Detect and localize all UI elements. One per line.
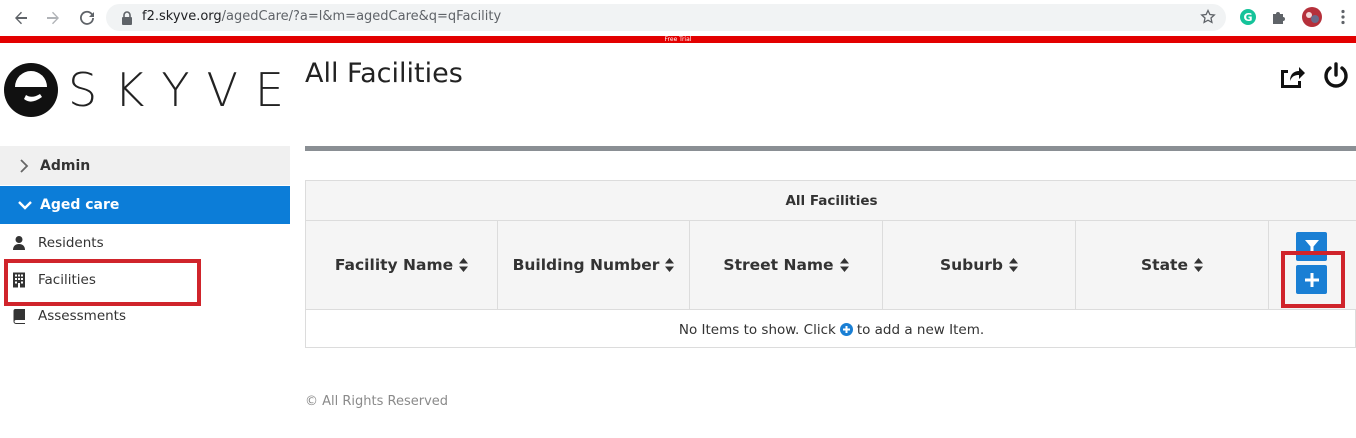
sort-icon [839, 258, 849, 272]
add-button-highlight-box [1281, 251, 1345, 308]
forward-icon[interactable] [42, 7, 64, 29]
logo-wordmark: SKYVE [68, 63, 301, 117]
book-icon [13, 309, 25, 324]
facilities-highlight-box [4, 259, 201, 306]
skyve-logo-icon [4, 63, 58, 117]
share-icon[interactable] [1278, 62, 1306, 90]
url-host: f2.skyve.org [142, 9, 222, 24]
grammarly-icon[interactable]: G [1239, 8, 1257, 26]
sidebar-item-label: Assessments [38, 308, 127, 324]
column-header-label: Building Number [512, 256, 660, 274]
header-divider [305, 146, 1356, 151]
url-text: f2.skyve.org/agedCare/?a=l&m=agedCare&q=… [142, 9, 501, 24]
sidebar-item-residents[interactable]: Residents [0, 225, 290, 261]
chevron-right-icon [20, 158, 29, 173]
browser-toolbar: f2.skyve.org/agedCare/?a=l&m=agedCare&q=… [0, 0, 1356, 36]
grid-caption: All Facilities [306, 181, 1356, 221]
column-header-label: State [1141, 256, 1188, 274]
sidebar-group-label: Aged care [40, 197, 120, 213]
chevron-down-icon [18, 201, 32, 210]
column-header-facility-name[interactable]: Facility Name [306, 221, 498, 310]
add-circle-icon[interactable] [839, 323, 853, 336]
sidebar-group-label: Admin [40, 157, 91, 174]
sort-icon [459, 258, 469, 272]
column-header-building-number[interactable]: Building Number [498, 221, 690, 310]
column-header-state[interactable]: State [1076, 221, 1269, 310]
user-icon [13, 236, 25, 250]
sort-icon [1009, 258, 1019, 272]
column-header-suburb[interactable]: Suburb [883, 221, 1076, 310]
empty-message-text: No Items to show. Click [678, 321, 836, 338]
sidebar-group-aged-care[interactable]: Aged care [0, 186, 290, 224]
column-header-label: Street Name [723, 256, 834, 274]
footer-copyright: © All Rights Reserved [305, 394, 449, 409]
back-icon[interactable] [10, 7, 32, 29]
column-header-street-name[interactable]: Street Name [690, 221, 883, 310]
svg-text:G: G [1243, 11, 1252, 24]
column-header-label: Suburb [939, 256, 1004, 274]
empty-message-text-end: to add a new Item. [856, 321, 985, 338]
facilities-grid: All Facilities Facility Name Building Nu… [305, 180, 1356, 348]
trial-banner-text: Free Trial [664, 36, 692, 43]
sidebar-item-label: Residents [38, 235, 104, 251]
reload-icon[interactable] [76, 7, 98, 29]
profile-avatar-icon[interactable] [1301, 6, 1323, 28]
address-bar[interactable]: f2.skyve.org/agedCare/?a=l&m=agedCare&q=… [106, 4, 1226, 31]
sort-icon [665, 258, 675, 272]
column-header-label: Facility Name [334, 256, 454, 274]
extensions-puzzle-icon[interactable] [1270, 8, 1288, 26]
sort-icon [1193, 258, 1203, 272]
sidebar-group-admin[interactable]: Admin [0, 146, 290, 185]
bookmark-star-icon[interactable] [1200, 9, 1216, 25]
lock-icon [122, 11, 132, 25]
more-menu-icon[interactable] [1334, 8, 1352, 26]
page-title: All Facilities [305, 58, 463, 89]
empty-message-row: No Items to show. Click to add a new Ite… [306, 311, 1356, 348]
power-icon[interactable] [1322, 62, 1350, 90]
url-path: /agedCare/?a=l&m=agedCare&q=qFacility [221, 9, 502, 24]
